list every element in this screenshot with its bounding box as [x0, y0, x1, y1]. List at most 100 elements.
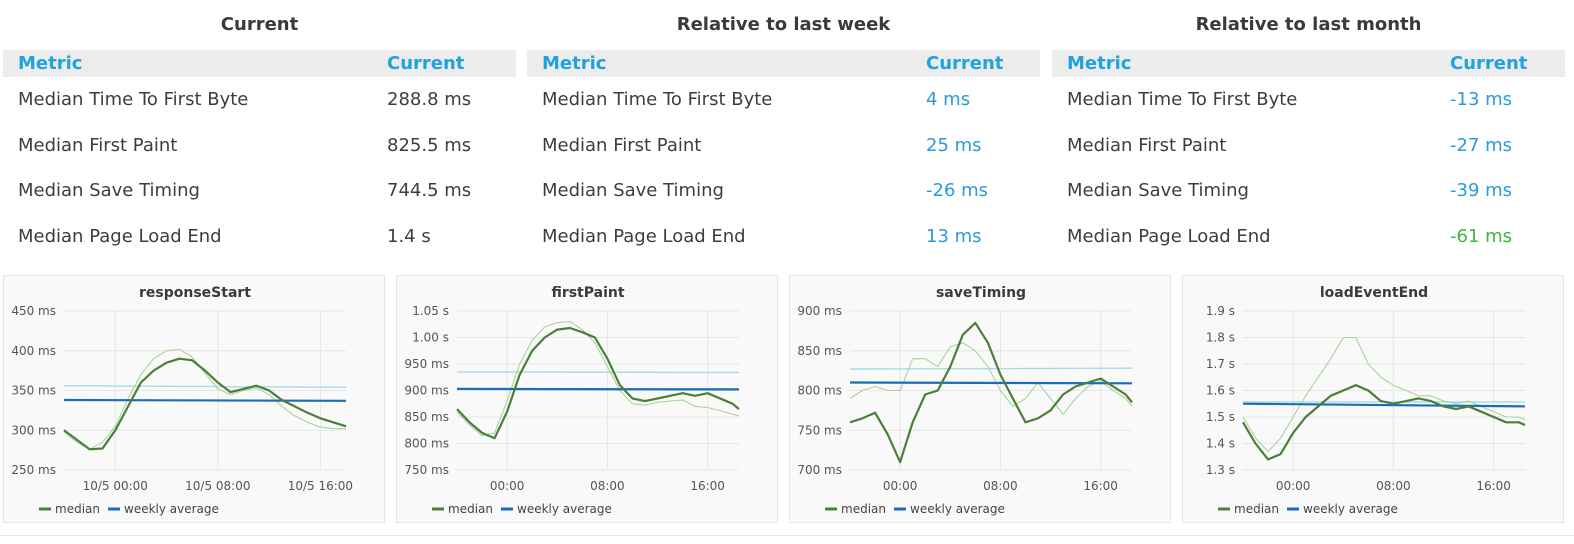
weekly-average-line — [456, 387, 740, 391]
legend-median-label: median — [55, 502, 100, 516]
y-tick-label: 1.8 s — [1206, 331, 1235, 345]
x-tick-label: 10/5 00:00 — [83, 479, 148, 493]
y-tick-label: 1.6 s — [1206, 384, 1235, 398]
y-tick-label: 1.00 s — [412, 331, 449, 345]
row-value: -61 ms — [1450, 225, 1513, 247]
row-value: 25 ms — [926, 134, 982, 156]
column-header-current[interactable]: Current — [926, 50, 1003, 77]
y-tick-label: 800 ms — [797, 384, 842, 398]
loadeventend-chart[interactable]: loadEventEnd 1.3 s 1.4 s 1.5 s 1.6 s 1.7 s 1.8… — [1183, 276, 1565, 524]
table-last-week: Relative to last week Metric Current Med… — [527, 0, 1040, 259]
weekly-average-line — [63, 398, 347, 402]
y-tick-label: 800 ms — [404, 437, 449, 451]
y-tick-label: 350 ms — [11, 384, 56, 398]
table-title: Current — [220, 14, 299, 35]
chart-panel-firstpaint: firstPaint 750 ms 800 ms 850 ms 900 ms 950 ms… — [396, 275, 778, 523]
x-tick-label: 08:00 — [590, 479, 625, 493]
x-tick-label: 08:00 — [983, 479, 1018, 493]
legend-median-label: median — [1234, 502, 1279, 516]
row-value: 4 ms — [926, 89, 971, 110]
chart-panel-savetiming: saveTiming 700 ms 750 ms 800 ms 850 ms 900 ms… — [789, 275, 1171, 523]
column-header-metric[interactable]: Metric — [542, 50, 606, 77]
row-metric: Median Time To First Byte — [1067, 89, 1298, 110]
row-metric: Median Save Timing — [542, 180, 724, 201]
table-row: Median First Paint 825.5 ms — [3, 123, 516, 169]
y-tick-label: 250 ms — [11, 463, 56, 477]
row-value: -27 ms — [1450, 134, 1513, 156]
row-value: 13 ms — [926, 225, 982, 247]
legend-weekly-average-label: weekly average — [910, 502, 1005, 516]
row-value: 288.8 ms — [387, 89, 472, 110]
y-tick-label: 300 ms — [11, 423, 56, 437]
table-last-month: Relative to last month Metric Current Me… — [1052, 0, 1565, 259]
legend-weekly-average-label: weekly average — [517, 502, 612, 516]
table-row: Median Save Timing -39 ms — [1052, 168, 1565, 214]
table-header: Metric Current — [1052, 50, 1565, 77]
chart-title: saveTiming — [936, 285, 1026, 301]
chart-title: firstPaint — [551, 285, 624, 301]
firstpaint-chart[interactable]: firstPaint 750 ms 800 ms 850 ms 900 ms 950 ms… — [397, 276, 779, 524]
chart-panels: responseStart 250 ms 300 ms 350 ms 400 ms 450… — [0, 275, 1574, 525]
table-row: Median First Paint 25 ms — [527, 123, 1040, 169]
x-tick-label: 00:00 — [490, 479, 525, 493]
weekly-average-line — [1242, 402, 1526, 408]
row-metric: Median Save Timing — [1067, 180, 1249, 201]
row-value: 1.4 s — [387, 225, 431, 247]
column-header-current[interactable]: Current — [1450, 50, 1527, 77]
column-header-metric[interactable]: Metric — [1067, 50, 1131, 77]
table-header: Metric Current — [527, 50, 1040, 77]
column-header-current[interactable]: Current — [387, 50, 464, 77]
y-tick-label: 950 ms — [404, 357, 449, 371]
row-value: -39 ms — [1450, 180, 1513, 201]
y-tick-label: 1.05 s — [412, 304, 449, 318]
table-row: Median Time To First Byte 288.8 ms — [3, 77, 516, 123]
column-header-metric[interactable]: Metric — [18, 50, 82, 77]
chart-panel-responsestart: responseStart 250 ms 300 ms 350 ms 400 ms 450… — [3, 275, 385, 523]
table-row: Median First Paint -27 ms — [1052, 123, 1565, 169]
table-row: Median Time To First Byte -13 ms — [1052, 77, 1565, 123]
table-current: Current Metric Current Median Time To Fi… — [3, 0, 516, 259]
y-tick-label: 850 ms — [404, 410, 449, 424]
table-row: Median Save Timing 744.5 ms — [3, 168, 516, 214]
weekly-average-previous-line — [456, 371, 740, 374]
responsestart-chart[interactable]: responseStart 250 ms 300 ms 350 ms 400 ms 450… — [4, 276, 386, 524]
table-title: Relative to last week — [676, 14, 891, 35]
row-value: -13 ms — [1450, 89, 1513, 110]
y-tick-label: 750 ms — [404, 463, 449, 477]
y-tick-label: 400 ms — [11, 344, 56, 358]
summary-tables: Current Metric Current Median Time To Fi… — [0, 0, 1574, 270]
x-tick-label: 10/5 08:00 — [185, 479, 250, 493]
median-line — [849, 321, 1133, 464]
row-metric: Median Page Load End — [18, 225, 222, 247]
table-header: Metric Current — [3, 50, 516, 77]
row-value: 744.5 ms — [387, 180, 472, 201]
row-metric: Median First Paint — [18, 134, 178, 156]
savetiming-chart[interactable]: saveTiming 700 ms 750 ms 800 ms 850 ms 900 ms… — [790, 276, 1172, 524]
y-tick-label: 900 ms — [404, 384, 449, 398]
legend-weekly-average-label: weekly average — [124, 502, 219, 516]
y-tick-label: 1.9 s — [1206, 304, 1235, 318]
table-row: Median Page Load End -61 ms — [1052, 214, 1565, 260]
y-tick-label: 1.5 s — [1206, 410, 1235, 424]
median-line — [1242, 384, 1526, 461]
table-row: Median Page Load End 13 ms — [527, 214, 1040, 260]
table-row: Median Page Load End 1.4 s — [3, 214, 516, 260]
chart-title: loadEventEnd — [1320, 285, 1428, 301]
table-row: Median Save Timing -26 ms — [527, 168, 1040, 214]
weekly-average-previous-line — [849, 367, 1133, 370]
chart-panel-loadeventend: loadEventEnd 1.3 s 1.4 s 1.5 s 1.6 s 1.7 s 1.8… — [1182, 275, 1564, 523]
legend-median-label: median — [841, 502, 886, 516]
table-title: Relative to last month — [1195, 14, 1422, 35]
x-tick-label: 10/5 16:00 — [288, 479, 353, 493]
bottom-divider — [0, 535, 1574, 536]
legend-median-label: median — [448, 502, 493, 516]
y-tick-label: 750 ms — [797, 423, 842, 437]
row-metric: Median First Paint — [542, 134, 702, 156]
y-tick-label: 1.7 s — [1206, 357, 1235, 371]
y-tick-label: 450 ms — [11, 304, 56, 318]
row-metric: Median Time To First Byte — [542, 89, 773, 110]
y-tick-label: 1.4 s — [1206, 437, 1235, 451]
x-tick-label: 16:00 — [1083, 479, 1118, 493]
table-row: Median Time To First Byte 4 ms — [527, 77, 1040, 123]
row-value: -26 ms — [926, 180, 989, 201]
